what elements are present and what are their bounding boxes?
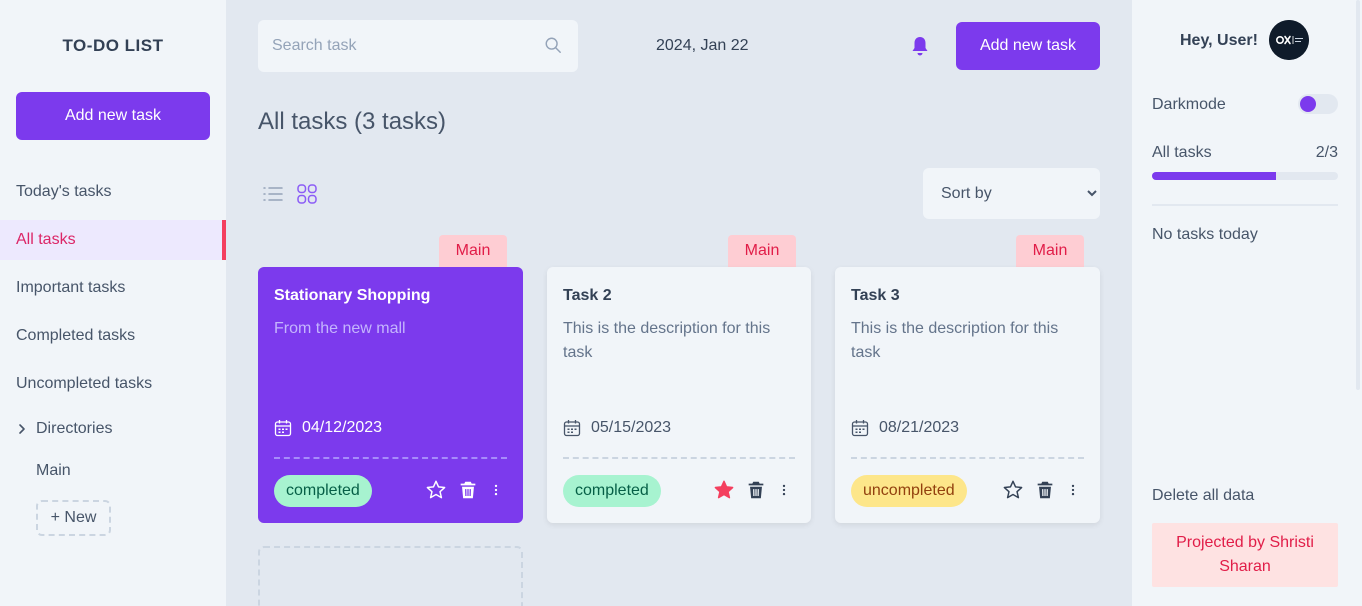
new-directory-button[interactable]: + New [36, 500, 111, 536]
task-actions [713, 479, 791, 501]
task-actions [1002, 479, 1080, 501]
star-filled-icon[interactable] [713, 479, 735, 501]
grid-view-icon[interactable] [296, 183, 318, 205]
task-title: Task 3 [851, 287, 900, 304]
task-date-text: 08/21/2023 [879, 419, 960, 436]
nav-item-today[interactable]: Today's tasks [0, 172, 226, 212]
delete-all-data-button[interactable]: Delete all data [1152, 487, 1254, 505]
task-card[interactable]: Task 3 This is the description for this … [835, 267, 1100, 523]
task-status-badge[interactable]: completed [563, 475, 661, 507]
task-description: This is the description for this task [563, 320, 771, 361]
task-actions [425, 479, 503, 501]
task-directory-tag[interactable]: Main [439, 235, 507, 267]
toggle-knob [1300, 96, 1316, 112]
chevron-right-icon [19, 424, 25, 434]
left-sidebar: TO-DO LIST Add new task Today's tasks Al… [0, 0, 226, 606]
darkmode-label: Darkmode [1152, 96, 1226, 113]
trash-icon[interactable] [1034, 479, 1056, 501]
star-icon[interactable] [425, 479, 447, 501]
panel-divider [1152, 204, 1338, 206]
directory-item-main[interactable]: Main [36, 462, 71, 480]
calendar-icon [851, 420, 869, 437]
task-status-badge[interactable]: uncompleted [851, 475, 967, 507]
card-divider [851, 457, 1084, 459]
search-icon[interactable] [544, 36, 562, 54]
scrollbar[interactable] [1356, 0, 1360, 390]
task-description: This is the description for this task [851, 320, 1059, 361]
task-directory-tag[interactable]: Main [728, 235, 796, 267]
sort-select[interactable]: Sort by [923, 168, 1100, 219]
nav-item-important[interactable]: Important tasks [0, 268, 226, 308]
sidebar-nav: Today's tasks All tasks Important tasks … [0, 172, 226, 412]
bell-icon[interactable] [908, 34, 932, 58]
task-date: 08/21/2023 [851, 419, 959, 437]
header-add-task-button[interactable]: Add new task [956, 22, 1100, 70]
progress-bar-fill [1152, 172, 1277, 180]
no-tasks-message: No tasks today [1152, 226, 1258, 243]
card-divider [274, 457, 507, 459]
card-divider [563, 457, 795, 459]
trash-icon[interactable] [457, 479, 479, 501]
calendar-icon [563, 420, 581, 437]
avatar[interactable] [1269, 20, 1309, 60]
darkmode-toggle[interactable] [1298, 94, 1338, 114]
user-greeting: Hey, User! [1180, 32, 1258, 49]
more-icon[interactable] [489, 479, 503, 501]
task-title: Task 2 [563, 287, 612, 304]
progress-bar [1152, 172, 1338, 180]
directories-toggle[interactable]: Directories [16, 420, 112, 438]
more-icon[interactable] [1066, 479, 1080, 501]
right-panel: Hey, User! Darkmode All tasks 2/3 No tas… [1132, 0, 1362, 606]
task-card[interactable]: Stationary Shopping From the new mall 04… [258, 267, 523, 523]
sidebar-add-task-button[interactable]: Add new task [16, 92, 210, 140]
search-input[interactable] [258, 20, 538, 72]
progress-count: 2/3 [1315, 144, 1338, 161]
task-card[interactable]: Task 2 This is the description for this … [547, 267, 811, 523]
directories-label: Directories [36, 420, 113, 437]
calendar-icon [274, 420, 292, 437]
star-icon[interactable] [1002, 479, 1024, 501]
nav-item-all[interactable]: All tasks [0, 220, 226, 260]
credit-banner: Projected by Shristi Sharan [1152, 523, 1338, 587]
search-box [258, 20, 578, 72]
current-date: 2024, Jan 22 [656, 37, 749, 54]
task-date-text: 04/12/2023 [302, 419, 383, 436]
task-date: 05/15/2023 [563, 419, 671, 437]
trash-icon[interactable] [745, 479, 767, 501]
more-icon[interactable] [777, 479, 791, 501]
task-status-badge[interactable]: completed [274, 475, 372, 507]
page-title: All tasks (3 tasks) [258, 108, 447, 135]
task-date: 04/12/2023 [274, 419, 382, 437]
task-title: Stationary Shopping [274, 287, 431, 304]
list-view-icon[interactable] [262, 183, 284, 205]
task-directory-tag[interactable]: Main [1016, 235, 1084, 267]
progress-label: All tasks [1152, 144, 1212, 161]
app-logo: TO-DO LIST [62, 36, 164, 55]
task-description: From the new mall [274, 320, 406, 337]
add-task-placeholder-card[interactable] [258, 546, 523, 606]
nav-item-uncompleted[interactable]: Uncompleted tasks [0, 364, 226, 404]
nav-item-completed[interactable]: Completed tasks [0, 316, 226, 356]
task-date-text: 05/15/2023 [591, 419, 672, 436]
